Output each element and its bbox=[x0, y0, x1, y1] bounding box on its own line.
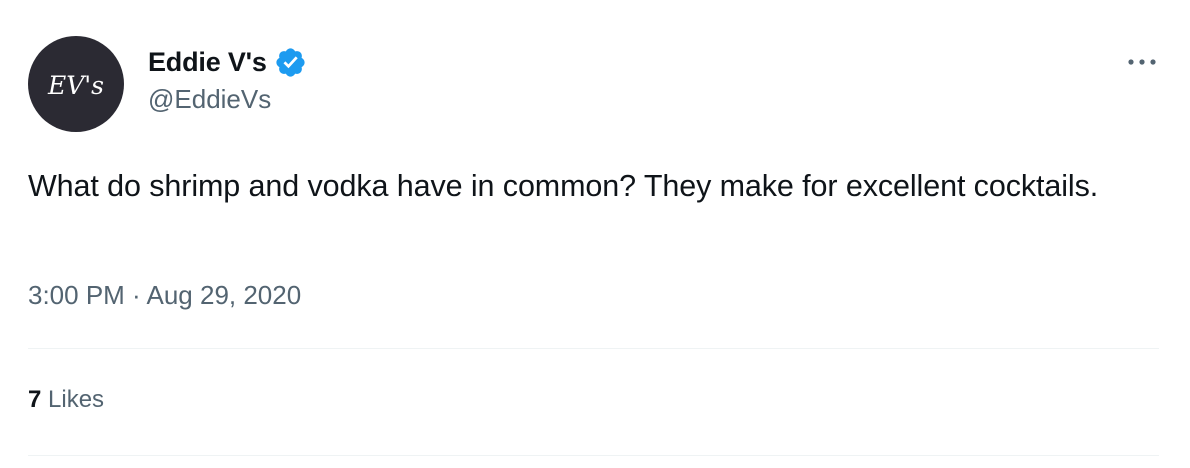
likes-label: Likes bbox=[48, 386, 105, 413]
likes-count: 7 bbox=[28, 386, 42, 413]
divider bbox=[28, 348, 1159, 349]
tweet-timestamp[interactable]: 3:00 PM · Aug 29, 2020 bbox=[28, 280, 301, 311]
display-name[interactable]: Eddie V's bbox=[148, 47, 267, 78]
tweet-text: What do shrimp and vodka have in common?… bbox=[28, 169, 1099, 203]
ev-logo: EV's bbox=[47, 71, 104, 100]
more-horizontal-icon bbox=[1128, 59, 1156, 65]
avatar-logo-text: EV's bbox=[47, 71, 104, 100]
avatar[interactable]: EV's bbox=[28, 36, 124, 132]
tweet-card: EV's Eddie V's @EddieVs What do shrimp a… bbox=[0, 0, 1190, 468]
likes-stat[interactable]: 7 Likes bbox=[28, 386, 104, 414]
user-handle[interactable]: @EddieVs bbox=[148, 84, 307, 115]
divider bbox=[28, 455, 1159, 456]
author-block: Eddie V's @EddieVs bbox=[148, 44, 307, 115]
more-options-button[interactable] bbox=[1124, 50, 1160, 74]
verified-badge-icon bbox=[274, 46, 307, 79]
name-row: Eddie V's bbox=[148, 44, 307, 80]
